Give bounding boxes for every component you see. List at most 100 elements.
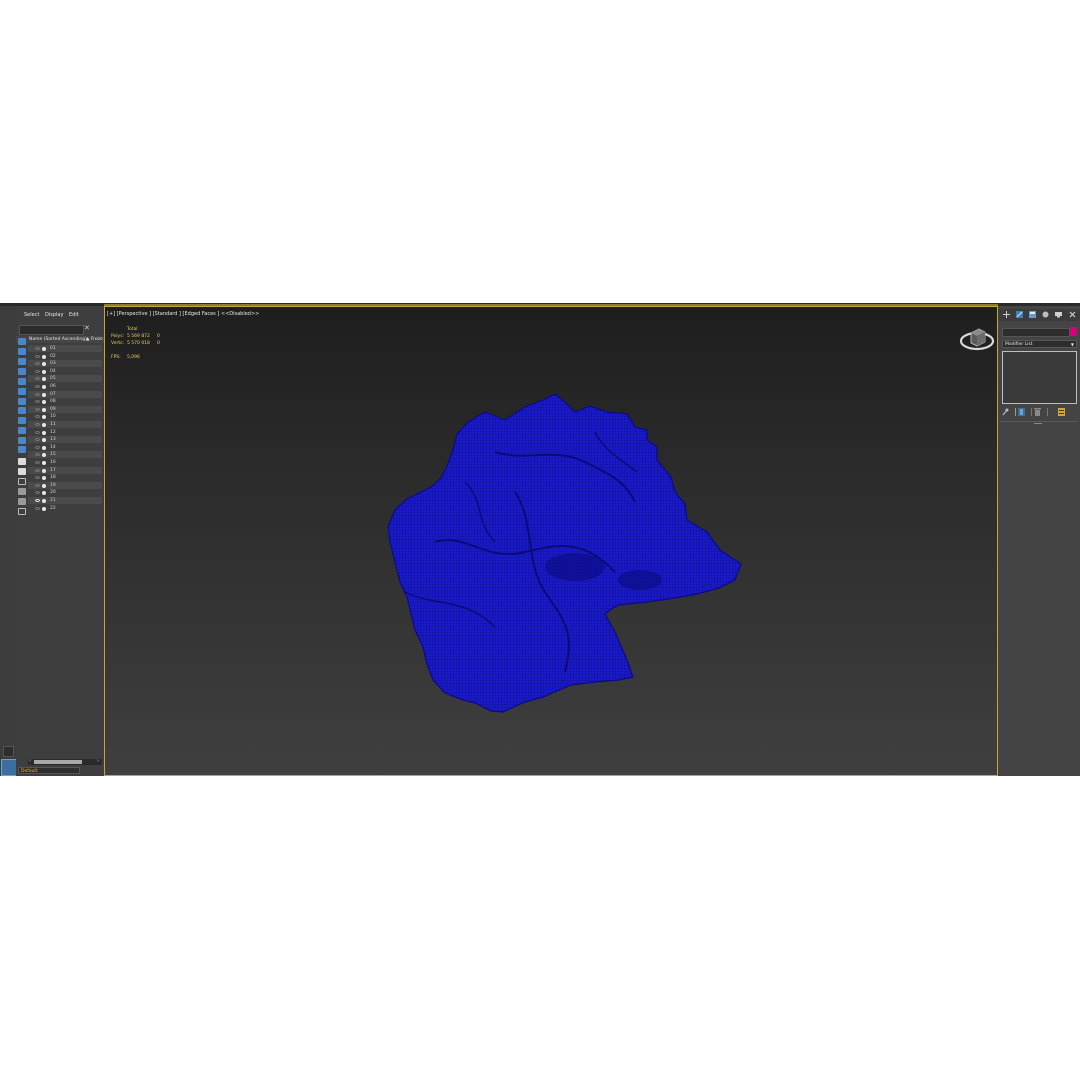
pin-stack-icon[interactable] bbox=[1002, 408, 1009, 416]
eye-icon[interactable] bbox=[35, 468, 40, 472]
list-item[interactable]: 18 bbox=[28, 474, 102, 481]
scrollbar-thumb[interactable] bbox=[34, 760, 82, 764]
explorer-horizontal-scrollbar[interactable]: ‹ › bbox=[28, 758, 102, 765]
eye-icon[interactable] bbox=[35, 438, 40, 442]
list-item[interactable]: 19 bbox=[28, 481, 102, 489]
list-item[interactable]: 17 bbox=[28, 466, 102, 474]
eye-icon[interactable] bbox=[35, 385, 40, 388]
list-item[interactable]: 04 bbox=[28, 368, 102, 375]
chevron-left-icon[interactable]: ‹ bbox=[29, 758, 31, 764]
make-unique-icon[interactable] bbox=[1018, 408, 1025, 416]
hierarchy-filter-icon[interactable] bbox=[18, 488, 26, 495]
eye-icon[interactable] bbox=[35, 461, 40, 464]
eye-icon[interactable] bbox=[35, 369, 40, 373]
eye-icon[interactable] bbox=[35, 347, 40, 350]
list-item-label: 16 bbox=[50, 460, 56, 465]
display-all-icon[interactable] bbox=[18, 348, 26, 355]
group-filter-icon[interactable] bbox=[18, 417, 26, 424]
viewport-label-menu[interactable]: [+] [Perspective ] [Standard ] [Edged Fa… bbox=[107, 311, 259, 317]
create-icon[interactable] bbox=[1003, 311, 1010, 318]
spacewarp-filter-icon[interactable] bbox=[18, 407, 26, 414]
eye-icon[interactable] bbox=[35, 453, 40, 457]
motion-icon[interactable] bbox=[1042, 311, 1049, 318]
list-item-label: 15 bbox=[50, 452, 56, 458]
eye-icon[interactable] bbox=[35, 506, 40, 510]
eye-icon[interactable] bbox=[35, 430, 40, 434]
list-item[interactable]: 16 bbox=[28, 459, 102, 466]
menu-display[interactable]: Display bbox=[45, 312, 63, 318]
list-item[interactable]: 08 bbox=[28, 398, 102, 405]
hierarchy-icon[interactable] bbox=[1029, 311, 1036, 318]
list-item[interactable]: 14 bbox=[28, 444, 102, 451]
display-none-icon[interactable] bbox=[18, 338, 26, 345]
separator-icon bbox=[1047, 408, 1048, 416]
perspective-viewport[interactable]: [+] [Perspective ] [Standard ] [Edged Fa… bbox=[104, 306, 998, 776]
list-item[interactable]: 21 bbox=[28, 497, 102, 504]
configure-sets-icon[interactable] bbox=[1058, 408, 1065, 416]
light-filter-icon[interactable] bbox=[18, 378, 26, 385]
eye-icon[interactable] bbox=[35, 483, 40, 487]
xref-filter-icon[interactable] bbox=[18, 427, 26, 434]
container-filter-icon[interactable] bbox=[18, 446, 26, 453]
hidden-filter-icon[interactable] bbox=[18, 468, 26, 475]
eye-icon[interactable] bbox=[35, 400, 40, 404]
eye-icon[interactable] bbox=[35, 407, 40, 411]
list-item[interactable]: 12 bbox=[28, 429, 102, 436]
eye-icon[interactable] bbox=[35, 392, 40, 396]
camera-filter-icon[interactable] bbox=[18, 368, 26, 375]
geometry-object-icon bbox=[42, 362, 46, 367]
list-item[interactable]: 10 bbox=[28, 413, 102, 420]
eye-icon[interactable] bbox=[35, 415, 40, 419]
current-layer-field[interactable]: Default bbox=[18, 767, 80, 774]
list-item[interactable]: 07 bbox=[28, 390, 102, 398]
remove-modifier-icon[interactable] bbox=[1034, 408, 1041, 416]
list-item[interactable]: 11 bbox=[28, 421, 102, 428]
list-item[interactable]: 03 bbox=[28, 360, 102, 368]
funnel-icon[interactable] bbox=[18, 498, 26, 505]
object-name-field[interactable] bbox=[1002, 328, 1070, 337]
eye-icon[interactable] bbox=[35, 476, 40, 480]
utilities-icon[interactable] bbox=[1069, 311, 1076, 318]
shape-filter-icon[interactable] bbox=[18, 388, 26, 395]
column-frozen-header[interactable]: ▲ Froze bbox=[86, 336, 103, 343]
display-icon[interactable] bbox=[1055, 311, 1062, 318]
close-icon[interactable]: ✕ bbox=[84, 324, 90, 332]
list-item[interactable]: 13 bbox=[28, 436, 102, 444]
modifier-stack[interactable] bbox=[1002, 351, 1077, 404]
eye-icon[interactable] bbox=[35, 362, 40, 366]
object-color-swatch[interactable] bbox=[1070, 327, 1077, 336]
eye-icon[interactable] bbox=[35, 491, 40, 495]
list-item[interactable]: 20 bbox=[28, 489, 102, 496]
list-item[interactable]: 22 bbox=[28, 505, 102, 512]
list-item[interactable]: 02 bbox=[28, 353, 102, 360]
rollout-handle[interactable] bbox=[1034, 423, 1042, 424]
list-item[interactable]: 05 bbox=[28, 375, 102, 383]
eye-icon[interactable] bbox=[35, 377, 40, 381]
bone-filter-icon[interactable] bbox=[18, 437, 26, 444]
viewcube-icon[interactable] bbox=[957, 321, 997, 353]
modifier-list-dropdown[interactable]: Modifier List ▼ bbox=[1002, 340, 1077, 348]
modify-icon[interactable] bbox=[1016, 311, 1023, 318]
strip-toggle-icon[interactable] bbox=[3, 746, 14, 757]
eye-icon[interactable] bbox=[35, 423, 40, 426]
menu-edit[interactable]: Edit bbox=[69, 312, 79, 318]
list-item[interactable]: 01 bbox=[28, 345, 102, 352]
geometry-filter-icon[interactable] bbox=[18, 358, 26, 365]
chevron-right-icon[interactable]: › bbox=[97, 758, 99, 764]
explorer-search-input[interactable] bbox=[19, 325, 84, 335]
list-item[interactable]: 06 bbox=[28, 383, 102, 390]
frozen-filter-icon[interactable] bbox=[18, 458, 26, 465]
list-item[interactable]: 15 bbox=[28, 451, 102, 459]
column-name-header[interactable]: Name (Sorted Ascending) bbox=[29, 336, 87, 343]
helper-filter-icon[interactable] bbox=[18, 398, 26, 405]
layer-explorer-button[interactable] bbox=[1, 759, 17, 776]
menu-select[interactable]: Select bbox=[24, 312, 39, 318]
rock-mesh-object[interactable] bbox=[375, 392, 745, 722]
layer-filter-icon[interactable] bbox=[18, 478, 26, 485]
selection-set-icon[interactable] bbox=[18, 508, 26, 515]
list-item[interactable]: 09 bbox=[28, 405, 102, 413]
explorer-column-header[interactable]: Name (Sorted Ascending) ▲ Froze bbox=[16, 336, 104, 343]
eye-icon[interactable] bbox=[35, 499, 40, 502]
eye-icon[interactable] bbox=[35, 354, 40, 358]
eye-icon[interactable] bbox=[35, 445, 40, 449]
